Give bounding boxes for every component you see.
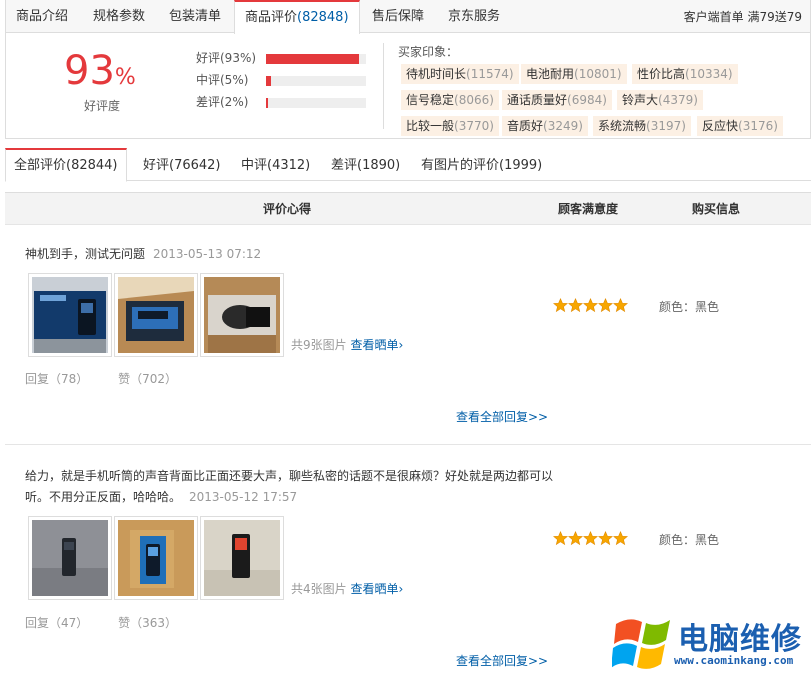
impression-tag[interactable]: 信号稳定(8066) <box>401 90 499 110</box>
review-photo[interactable] <box>200 273 284 357</box>
phone-box-photo-icon <box>118 520 194 596</box>
see-all-replies-link[interactable]: 查看全部回复>> <box>456 408 548 425</box>
impression-tag[interactable]: 反应快(3176) <box>697 116 783 136</box>
impression-tag[interactable]: 待机时间长(11574) <box>401 64 519 84</box>
tab-product-intro[interactable]: 商品介绍 <box>6 0 78 33</box>
bar-fill <box>266 76 271 86</box>
bar-fill <box>266 98 268 108</box>
impression-tag[interactable]: 电池耐用(10801) <box>521 64 627 84</box>
col-satisfaction: 顾客满意度 <box>558 202 619 216</box>
watermark-title: 电脑维修 <box>678 622 802 657</box>
star-icon <box>613 298 628 313</box>
phone-screen-photo-icon <box>204 520 280 596</box>
star-icon <box>553 298 568 313</box>
tab-specs[interactable]: 规格参数 <box>83 0 155 33</box>
review-photo[interactable] <box>114 273 198 357</box>
filter-tab-negative[interactable]: 差评(1890) <box>323 148 408 181</box>
tab-jd-service[interactable]: 京东服务 <box>438 0 510 33</box>
picture-count: 共9张图片 查看晒单› <box>291 338 404 352</box>
review-divider <box>5 444 811 445</box>
tab-package-list[interactable]: 包装清单 <box>159 0 231 33</box>
like-button[interactable]: 赞（363） <box>118 616 177 630</box>
star-rating <box>553 298 628 314</box>
bar-track <box>266 54 366 64</box>
impression-tag[interactable]: 性价比高(10334) <box>632 64 738 84</box>
star-icon <box>613 531 628 546</box>
impression-tag[interactable]: 比较一般(3770) <box>401 116 499 136</box>
chevron-right-icon: › <box>398 582 404 596</box>
impressions-title: 买家印象： <box>398 45 459 59</box>
review-column-header: 评价心得 顾客满意度 购买信息 <box>5 192 811 225</box>
positive-rate-label: 好评度 <box>84 99 121 113</box>
impression-tag[interactable]: 音质好(3249) <box>502 116 588 136</box>
filter-tab-with-pictures[interactable]: 有图片的评价(1999) <box>413 148 550 181</box>
promo-text[interactable]: 客户端首单 满79送79 <box>684 0 802 34</box>
tab-reviews[interactable]: 商品评价(82848) <box>234 0 360 34</box>
col-content: 评价心得 <box>263 202 312 216</box>
star-icon <box>568 531 583 546</box>
reply-button[interactable]: 回复（47） <box>25 616 88 630</box>
box-contents-photo-icon <box>204 277 280 353</box>
star-icon <box>583 298 598 313</box>
review-photo[interactable] <box>28 516 112 600</box>
review-photo[interactable] <box>200 516 284 600</box>
bar-track <box>266 98 366 108</box>
review-text: 神机到手，测试无问题 2013-05-13 07:12 <box>25 247 262 261</box>
impression-tag[interactable]: 铃声大(4379) <box>617 90 703 110</box>
filter-tab-positive[interactable]: 好评(76642) <box>135 148 229 181</box>
phone-box-photo-icon <box>32 277 108 353</box>
divider <box>383 43 384 129</box>
review-text: 给力，就是手机听筒的声音背面比正面还要大声，聊些私密的话题不是很麻烦？好处就是两… <box>25 469 554 504</box>
review-time: 2013-05-12 17:57 <box>189 490 298 504</box>
impression-tag[interactable]: 通话质量好(6984) <box>502 90 612 110</box>
impression-tag[interactable]: 系统流畅(3197) <box>593 116 691 136</box>
top-tab-bar: 商品介绍 规格参数 包装清单 商品评价(82848) 售后保障 京东服务 客户端… <box>5 0 811 34</box>
like-button[interactable]: 赞（702） <box>118 372 177 386</box>
purchase-color: 颜色：黑色 <box>659 300 720 314</box>
rating-summary: 93% 好评度 好评(93%) 中评(5%) 差评(2%) 买家印象： 待机时间… <box>5 33 811 139</box>
positive-rate: 93% <box>64 48 136 94</box>
star-rating <box>553 531 628 547</box>
purchase-color: 颜色：黑色 <box>659 533 720 547</box>
review-actions: 回复（47） 赞（363） <box>25 614 177 631</box>
view-photos-link[interactable]: 查看晒单 <box>350 582 398 596</box>
star-icon <box>583 531 598 546</box>
chevron-right-icon: › <box>398 338 404 352</box>
star-icon <box>598 298 613 313</box>
star-icon <box>553 531 568 546</box>
bar-fill <box>266 54 359 64</box>
see-all-replies-link[interactable]: 查看全部回复>> <box>456 652 548 669</box>
filter-tab-all[interactable]: 全部评价(82844) <box>5 148 127 182</box>
view-photos-link[interactable]: 查看晒单 <box>350 338 398 352</box>
review-photo[interactable] <box>114 516 198 600</box>
watermark: 电脑维修 www.caominkang.com <box>611 610 808 676</box>
tab-after-sales[interactable]: 售后保障 <box>362 0 434 33</box>
review-photo[interactable] <box>28 273 112 357</box>
bar-track <box>266 76 366 86</box>
col-purchase-info: 购买信息 <box>692 202 741 216</box>
filter-tab-neutral[interactable]: 中评(4312) <box>233 148 318 181</box>
star-icon <box>598 531 613 546</box>
review-filter-bar: 全部评价(82844) 好评(76642) 中评(4312) 差评(1890) … <box>5 148 811 182</box>
reply-button[interactable]: 回复（78） <box>25 372 88 386</box>
watermark-url: www.caominkang.com <box>674 654 794 667</box>
review-actions: 回复（78） 赞（702） <box>25 370 177 387</box>
opened-box-photo-icon <box>118 277 194 353</box>
picture-count: 共4张图片 查看晒单› <box>291 582 404 596</box>
star-icon <box>568 298 583 313</box>
review-time: 2013-05-13 07:12 <box>153 247 262 261</box>
phone-photo-icon <box>32 520 108 596</box>
